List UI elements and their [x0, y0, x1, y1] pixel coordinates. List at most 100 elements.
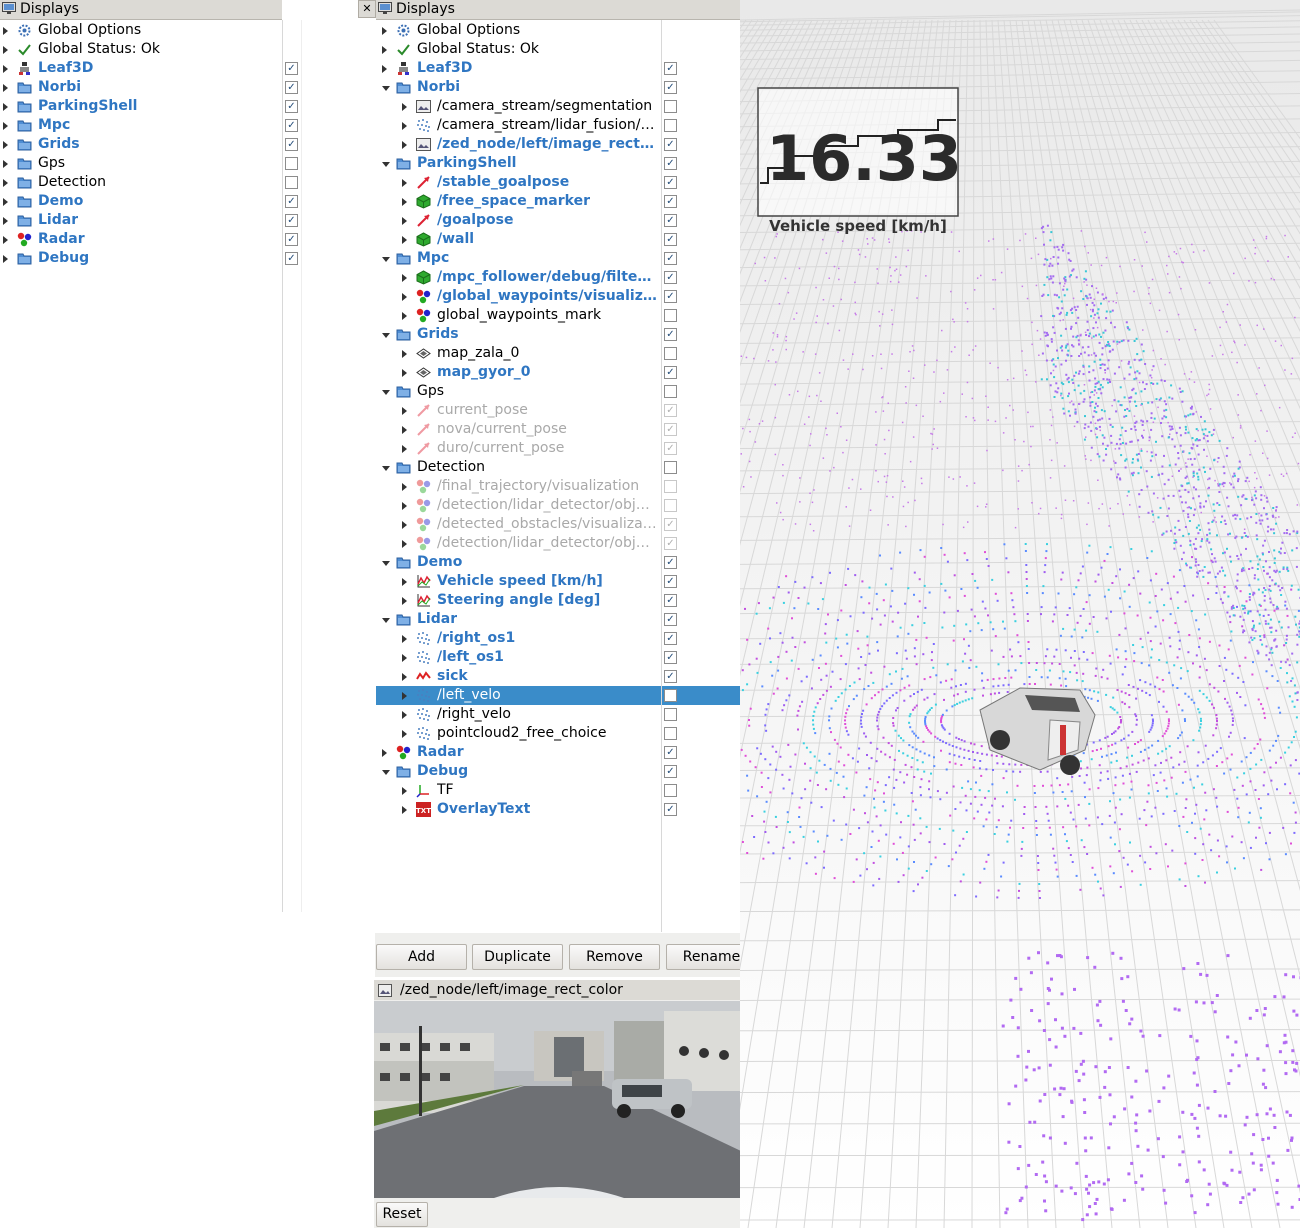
tree-row[interactable]: /left_velo [376, 686, 740, 705]
enable-checkbox[interactable]: ✓ [664, 594, 677, 607]
tree-row[interactable]: duro/current_pose ✓ [376, 439, 740, 458]
tree-row[interactable]: Detection [0, 173, 298, 192]
expand-arrow-open-icon[interactable] [382, 86, 390, 91]
expand-arrow-icon[interactable] [382, 65, 387, 73]
tree-row[interactable]: global_waypoints_mark [376, 306, 740, 325]
tree-row[interactable]: /detection/lidar_detector/obj… ✓ [376, 534, 740, 553]
tree-row[interactable]: nova/current_pose ✓ [376, 420, 740, 439]
tree-row[interactable]: Leaf3D ✓ [0, 59, 298, 78]
enable-checkbox[interactable] [664, 727, 677, 740]
expand-arrow-icon[interactable] [3, 103, 8, 111]
expand-arrow-icon[interactable] [382, 46, 387, 54]
enable-checkbox[interactable] [664, 461, 677, 474]
expand-arrow-icon[interactable] [402, 578, 407, 586]
enable-checkbox[interactable] [664, 385, 677, 398]
tree-row[interactable]: /left_os1 ✓ [376, 648, 740, 667]
enable-checkbox[interactable]: ✓ [664, 214, 677, 227]
tree-row[interactable]: TXT OverlayText ✓ [376, 800, 740, 819]
tree-row[interactable]: ParkingShell ✓ [0, 97, 298, 116]
expand-arrow-icon[interactable] [402, 483, 407, 491]
expand-arrow-open-icon[interactable] [382, 618, 390, 623]
close-icon[interactable]: ✕ [358, 0, 376, 18]
enable-checkbox[interactable]: ✓ [664, 366, 677, 379]
enable-checkbox[interactable] [664, 499, 677, 512]
expand-arrow-icon[interactable] [402, 236, 407, 244]
expand-arrow-icon[interactable] [402, 369, 407, 377]
rviz-3d-viewport[interactable]: 16.33 Vehicle speed [km/h] [740, 0, 1300, 1228]
tree-row[interactable]: /zed_node/left/image_rect_… ✓ [376, 135, 740, 154]
expand-arrow-icon[interactable] [402, 122, 407, 130]
expand-arrow-icon[interactable] [402, 274, 407, 282]
enable-checkbox[interactable]: ✓ [664, 575, 677, 588]
expand-arrow-icon[interactable] [402, 407, 407, 415]
expand-arrow-icon[interactable] [3, 255, 8, 263]
enable-checkbox[interactable]: ✓ [285, 195, 298, 208]
tree-row[interactable]: map_gyor_0 ✓ [376, 363, 740, 382]
expand-arrow-open-icon[interactable] [382, 162, 390, 167]
enable-checkbox[interactable]: ✓ [664, 651, 677, 664]
enable-checkbox[interactable]: ✓ [664, 176, 677, 189]
enable-checkbox[interactable]: ✓ [664, 233, 677, 246]
enable-checkbox[interactable]: ✓ [664, 556, 677, 569]
expand-arrow-icon[interactable] [402, 502, 407, 510]
enable-checkbox[interactable] [664, 784, 677, 797]
tree-row[interactable]: Gps [376, 382, 740, 401]
add-button[interactable]: Add [376, 944, 467, 970]
expand-arrow-icon[interactable] [402, 692, 407, 700]
enable-checkbox[interactable] [285, 157, 298, 170]
expand-arrow-icon[interactable] [3, 198, 8, 206]
expand-arrow-icon[interactable] [402, 179, 407, 187]
tree-row[interactable]: /right_os1 ✓ [376, 629, 740, 648]
enable-checkbox[interactable]: ✓ [664, 442, 677, 455]
enable-checkbox[interactable]: ✓ [664, 632, 677, 645]
enable-checkbox[interactable]: ✓ [664, 765, 677, 778]
expand-arrow-icon[interactable] [402, 141, 407, 149]
tree-row[interactable]: /wall ✓ [376, 230, 740, 249]
enable-checkbox[interactable]: ✓ [664, 252, 677, 265]
enable-checkbox[interactable] [664, 309, 677, 322]
tree-row[interactable]: Vehicle speed [km/h] ✓ [376, 572, 740, 591]
enable-checkbox[interactable]: ✓ [664, 81, 677, 94]
enable-checkbox[interactable]: ✓ [664, 613, 677, 626]
expand-arrow-icon[interactable] [3, 141, 8, 149]
tree-row[interactable]: sick ✓ [376, 667, 740, 686]
expand-arrow-icon[interactable] [402, 293, 407, 301]
tree-row[interactable]: /camera_stream/segmentation [376, 97, 740, 116]
expand-arrow-icon[interactable] [3, 122, 8, 130]
expand-arrow-icon[interactable] [402, 426, 407, 434]
expand-arrow-icon[interactable] [3, 65, 8, 73]
tree-row[interactable]: /goalpose ✓ [376, 211, 740, 230]
enable-checkbox[interactable]: ✓ [664, 670, 677, 683]
tree-row[interactable]: /mpc_follower/debug/filter… ✓ [376, 268, 740, 287]
expand-arrow-icon[interactable] [382, 27, 387, 35]
enable-checkbox[interactable]: ✓ [285, 214, 298, 227]
enable-checkbox[interactable] [285, 176, 298, 189]
tree-row[interactable]: /stable_goalpose ✓ [376, 173, 740, 192]
tree-row[interactable]: Norbi ✓ [376, 78, 740, 97]
expand-arrow-open-icon[interactable] [382, 466, 390, 471]
tree-row[interactable]: Debug ✓ [376, 762, 740, 781]
expand-arrow-icon[interactable] [402, 217, 407, 225]
tree-row[interactable]: current_pose ✓ [376, 401, 740, 420]
enable-checkbox[interactable]: ✓ [664, 803, 677, 816]
tree-row[interactable]: /right_velo [376, 705, 740, 724]
enable-checkbox[interactable]: ✓ [285, 119, 298, 132]
enable-checkbox[interactable] [664, 708, 677, 721]
tree-row[interactable]: Gps [0, 154, 298, 173]
expand-arrow-icon[interactable] [402, 521, 407, 529]
expand-arrow-icon[interactable] [3, 179, 8, 187]
expand-arrow-icon[interactable] [402, 787, 407, 795]
tree-row[interactable]: Debug ✓ [0, 249, 298, 268]
expand-arrow-icon[interactable] [3, 84, 8, 92]
enable-checkbox[interactable]: ✓ [664, 271, 677, 284]
tree-row[interactable]: /final_trajectory/visualization [376, 477, 740, 496]
tree-row[interactable]: /detected_obstacles/visualiza… ✓ [376, 515, 740, 534]
expand-arrow-icon[interactable] [402, 312, 407, 320]
enable-checkbox[interactable]: ✓ [664, 138, 677, 151]
enable-checkbox[interactable]: ✓ [664, 62, 677, 75]
expand-arrow-icon[interactable] [3, 217, 8, 225]
tree-row[interactable]: /global_waypoints/visualiza… ✓ [376, 287, 740, 306]
enable-checkbox[interactable]: ✓ [285, 252, 298, 265]
enable-checkbox[interactable]: ✓ [664, 290, 677, 303]
enable-checkbox[interactable]: ✓ [664, 157, 677, 170]
